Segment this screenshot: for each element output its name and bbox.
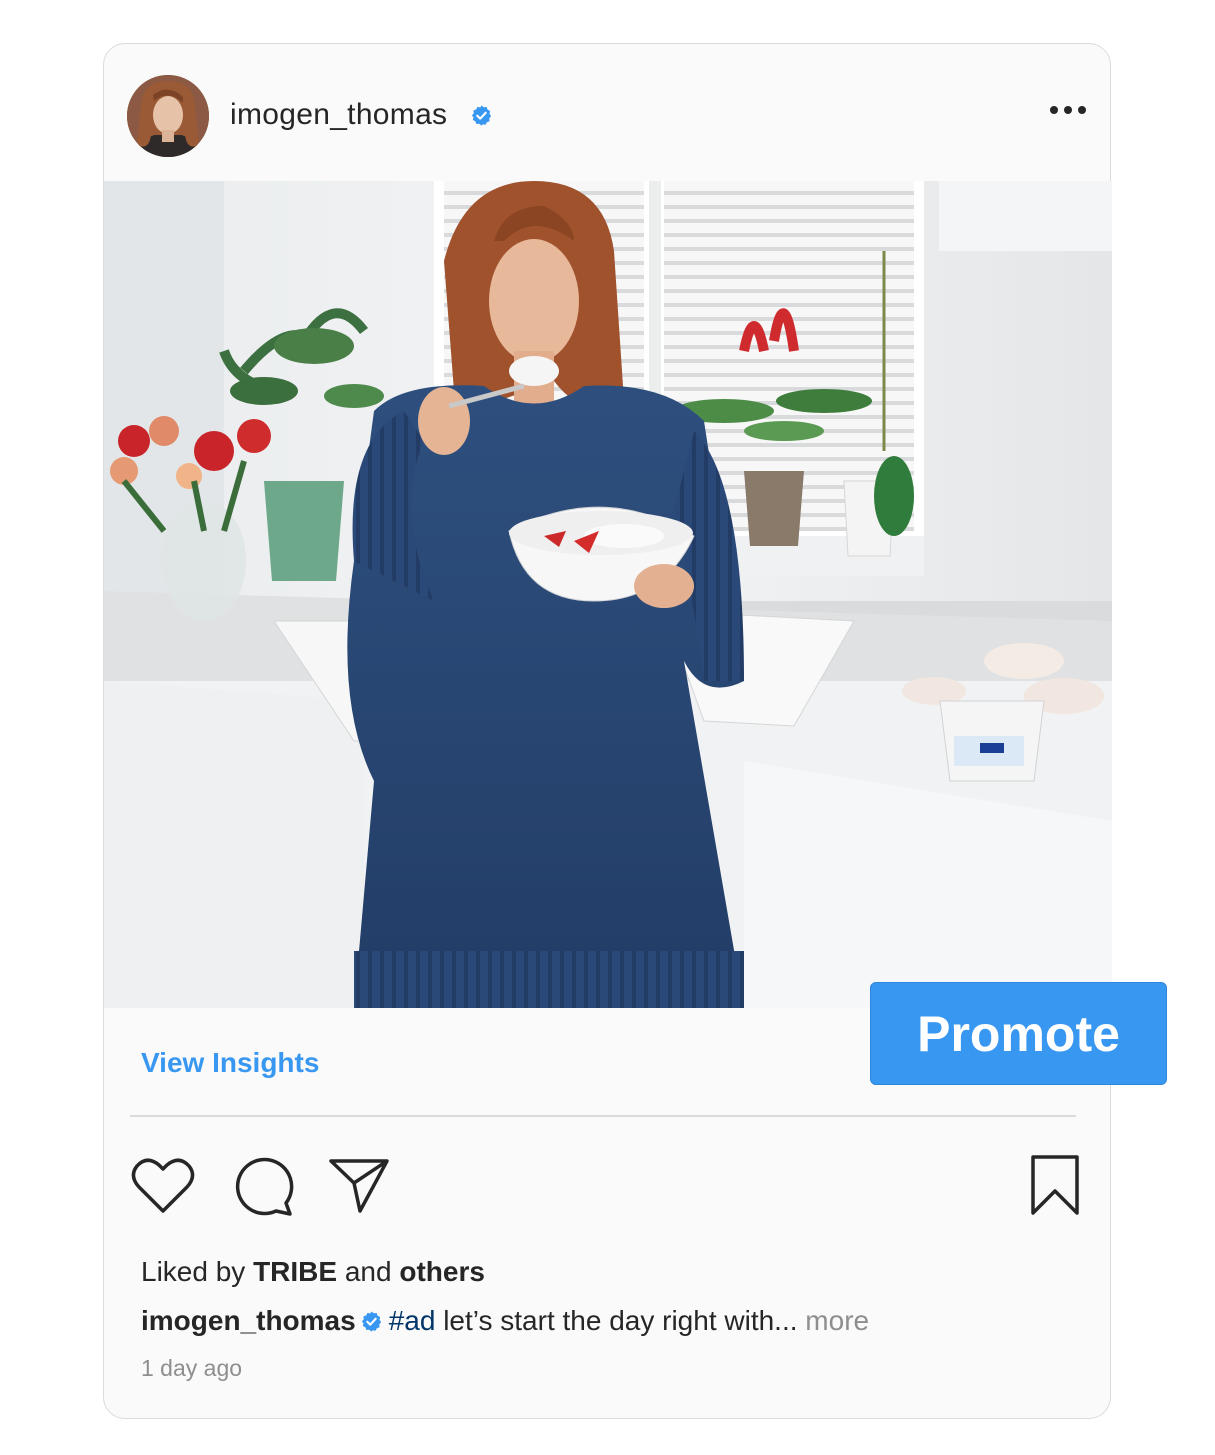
avatar[interactable] (127, 75, 209, 157)
likes-others[interactable]: others (399, 1256, 485, 1287)
verified-badge-icon (471, 105, 492, 126)
likes-prefix: Liked by (141, 1256, 246, 1287)
caption-more-link[interactable]: more (805, 1305, 869, 1336)
heart-icon[interactable] (131, 1156, 195, 1216)
verified-badge-icon (361, 1311, 381, 1332)
post-username[interactable]: imogen_thomas (230, 98, 447, 132)
likes-joiner: and (344, 1256, 392, 1287)
caption: imogen_thomas #ad let’s start the day ri… (141, 1305, 869, 1337)
post-header: imogen_thomas (104, 44, 1110, 181)
caption-text: let’s start the day right with... (435, 1305, 798, 1336)
likes-first-user[interactable]: TRIBE (253, 1256, 337, 1287)
likes-line: Liked by TRIBE and others (141, 1256, 485, 1288)
more-horizontal-icon[interactable] (1048, 104, 1088, 116)
comment-icon[interactable] (233, 1156, 295, 1218)
caption-hashtag[interactable]: #ad (389, 1305, 436, 1336)
bookmark-icon[interactable] (1030, 1154, 1080, 1216)
share-icon[interactable] (328, 1156, 390, 1214)
caption-username[interactable]: imogen_thomas (141, 1305, 356, 1336)
post-timestamp: 1 day ago (141, 1355, 243, 1381)
post-card: imogen_thomas View Insights Liked by TRI… (103, 43, 1112, 1419)
post-image[interactable] (104, 181, 1112, 1008)
promote-button[interactable]: Promote (870, 982, 1167, 1085)
divider (130, 1115, 1076, 1117)
view-insights-link[interactable]: View Insights (141, 1047, 319, 1079)
